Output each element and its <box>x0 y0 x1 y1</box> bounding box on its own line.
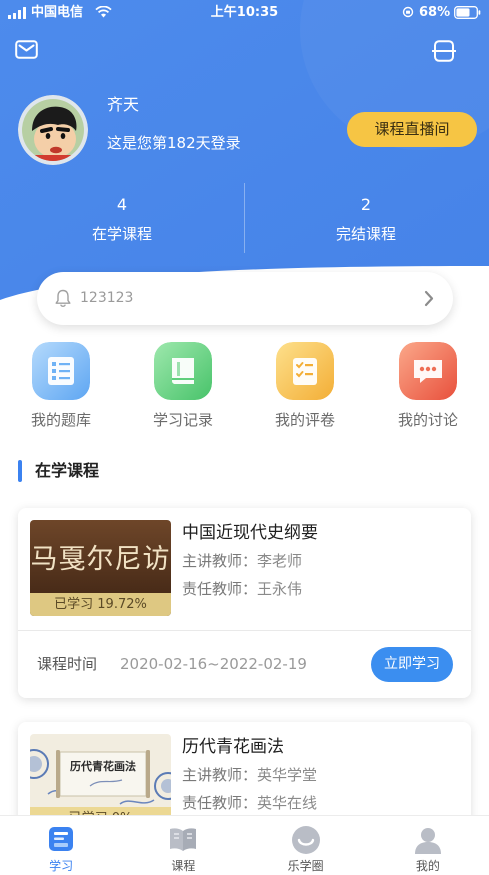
lecturer-row: 主讲教师：英华学堂 <box>182 764 317 786</box>
community-smile-icon <box>291 826 320 854</box>
responsible-row: 责任教师：王永伟 <box>182 578 302 600</box>
scan-icon[interactable] <box>432 40 456 62</box>
course-title: 中国近现代史纲要 <box>182 523 318 543</box>
stat-in-progress-courses[interactable]: 4 在学课程 <box>42 195 202 244</box>
section-title: 在学课程 <box>35 461 100 480</box>
course-book-icon <box>170 828 197 851</box>
tab-study[interactable]: 学习 <box>0 816 122 875</box>
quick-action-label: 我的评卷 <box>274 411 335 429</box>
cover-title-text: 历代青花画法 <box>70 760 136 773</box>
quick-action-my-discussion[interactable]: 我的讨论 <box>373 342 483 437</box>
clock: 上午10:35 <box>210 5 279 20</box>
stat-divider <box>244 183 245 253</box>
discussion-chat-icon <box>399 342 457 400</box>
quick-action-study-record[interactable]: 学习记录 <box>128 342 238 437</box>
notice-text: 123123 <box>80 290 134 306</box>
quick-action-label: 我的题库 <box>30 411 91 429</box>
lecturer-name: 李老师 <box>257 552 303 570</box>
tab-label: 我的 <box>415 859 440 873</box>
bell-icon <box>55 289 71 307</box>
card-divider <box>18 630 471 631</box>
mail-icon[interactable] <box>15 40 38 59</box>
tab-label: 课程 <box>171 859 196 873</box>
chevron-right-icon <box>424 290 434 307</box>
orientation-lock-icon <box>402 6 414 18</box>
cover-title-text: 马戛尔尼访 <box>30 544 171 575</box>
lecturer-row: 主讲教师：李老师 <box>182 550 302 572</box>
course-time-label: 课程时间 <box>37 655 98 673</box>
login-days-text: 这是您第182天登录 <box>107 134 241 152</box>
stat-label: 在学课程 <box>91 225 152 243</box>
notice-bar[interactable]: 123123 <box>37 272 453 325</box>
progress-tag: 已学习 19.72% <box>30 593 171 616</box>
tab-community[interactable]: 乐学圈 <box>245 816 367 875</box>
lecturer-label: 主讲教师： <box>182 552 258 570</box>
profile-person-icon <box>414 828 441 854</box>
question-bank-icon <box>32 342 90 400</box>
lecturer-name: 英华学堂 <box>257 766 318 784</box>
responsible-label: 责任教师： <box>182 580 258 598</box>
responsible-row: 责任教师：英华在线 <box>182 792 317 814</box>
course-card[interactable]: 马戛尔尼访 已学习 19.72% 中国近现代史纲要 主讲教师：李老师 责任教师：… <box>18 508 471 698</box>
user-name: 齐天 <box>107 95 140 114</box>
course-title: 历代青花画法 <box>182 737 284 757</box>
battery-icon <box>454 6 481 19</box>
stat-label: 完结课程 <box>335 225 396 243</box>
bottom-tab-bar: 学习 课程 乐学圈 我的 <box>0 815 489 875</box>
stat-value: 2 <box>360 195 372 214</box>
book-record-icon <box>154 342 212 400</box>
section-accent-bar <box>18 460 22 482</box>
live-room-button[interactable]: 课程直播间 <box>347 112 477 147</box>
tab-label: 学习 <box>49 859 74 873</box>
tab-profile[interactable]: 我的 <box>367 816 489 875</box>
quick-action-label: 学习记录 <box>152 411 213 429</box>
quick-action-question-bank[interactable]: 我的题库 <box>6 342 116 437</box>
stat-completed-courses[interactable]: 2 完结课程 <box>286 195 446 244</box>
responsible-label: 责任教师： <box>182 794 258 812</box>
tab-label: 乐学圈 <box>287 859 324 873</box>
stat-value: 4 <box>116 195 128 214</box>
responsible-name: 王永伟 <box>257 580 303 598</box>
lecturer-label: 主讲教师： <box>182 766 258 784</box>
course-time-range: 2020-02-16~2022-02-19 <box>120 655 307 673</box>
start-study-button[interactable]: 立即学习 <box>371 647 453 682</box>
study-icon <box>49 827 74 851</box>
quick-action-label: 我的讨论 <box>397 411 458 429</box>
course-cover: 马戛尔尼访 已学习 19.72% <box>30 520 171 616</box>
tab-courses[interactable]: 课程 <box>122 816 244 875</box>
grading-checklist-icon <box>276 342 334 400</box>
battery-percent: 68% <box>419 5 451 20</box>
quick-action-my-grading[interactable]: 我的评卷 <box>250 342 360 437</box>
responsible-name: 英华在线 <box>257 794 318 812</box>
avatar[interactable] <box>18 95 88 165</box>
